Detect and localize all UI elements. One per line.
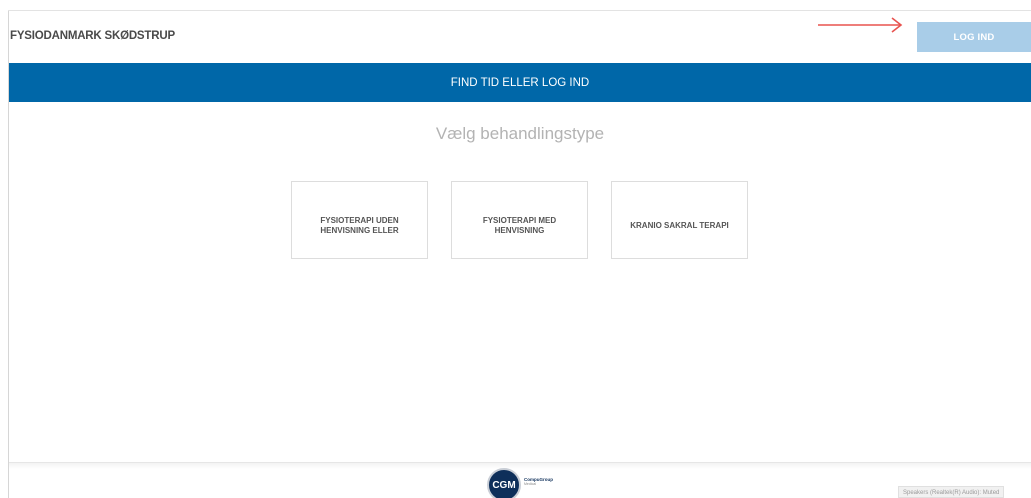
arrow-right-icon <box>818 17 903 33</box>
treatment-card-fysioterapi-med-henvisning[interactable]: FYSIOTERAPI MED HENVISNING <box>451 181 588 259</box>
login-button[interactable]: LOG IND <box>917 22 1031 52</box>
treatment-card-label: FYSIOTERAPI MED HENVISNING <box>482 216 557 235</box>
treatment-card-label: FYSIOTERAPI UDEN HENVISNING ELLER <box>320 216 399 235</box>
logo-company-sub: Medical <box>524 482 537 486</box>
compugroup-logo: CGM CompuGroup Medical <box>487 468 561 498</box>
clinic-name: FYSIODANMARK SKØDSTRUP <box>10 30 175 42</box>
treatment-card-kranio-sakral-terapi[interactable]: KRANIO SAKRAL TERAPI <box>611 181 748 259</box>
cgm-logo-mark: CGM <box>487 468 521 498</box>
booking-page: FYSIODANMARK SKØDSTRUP LOG IND FIND TID … <box>0 0 1031 498</box>
treatment-type-heading: Vælg behandlingstype <box>435 124 605 143</box>
speaker-status-tooltip: Speakers (Realtek(R) Audio): Muted <box>898 486 1005 498</box>
find-time-banner: FIND TID ELLER LOG IND <box>9 63 1031 102</box>
treatment-card-fysioterapi-uden-henvisning[interactable]: FYSIOTERAPI UDEN HENVISNING ELLER <box>291 181 428 259</box>
treatment-card-label: KRANIO SAKRAL TERAPI <box>630 221 729 230</box>
banner-title: FIND TID ELLER LOG IND <box>450 76 590 89</box>
